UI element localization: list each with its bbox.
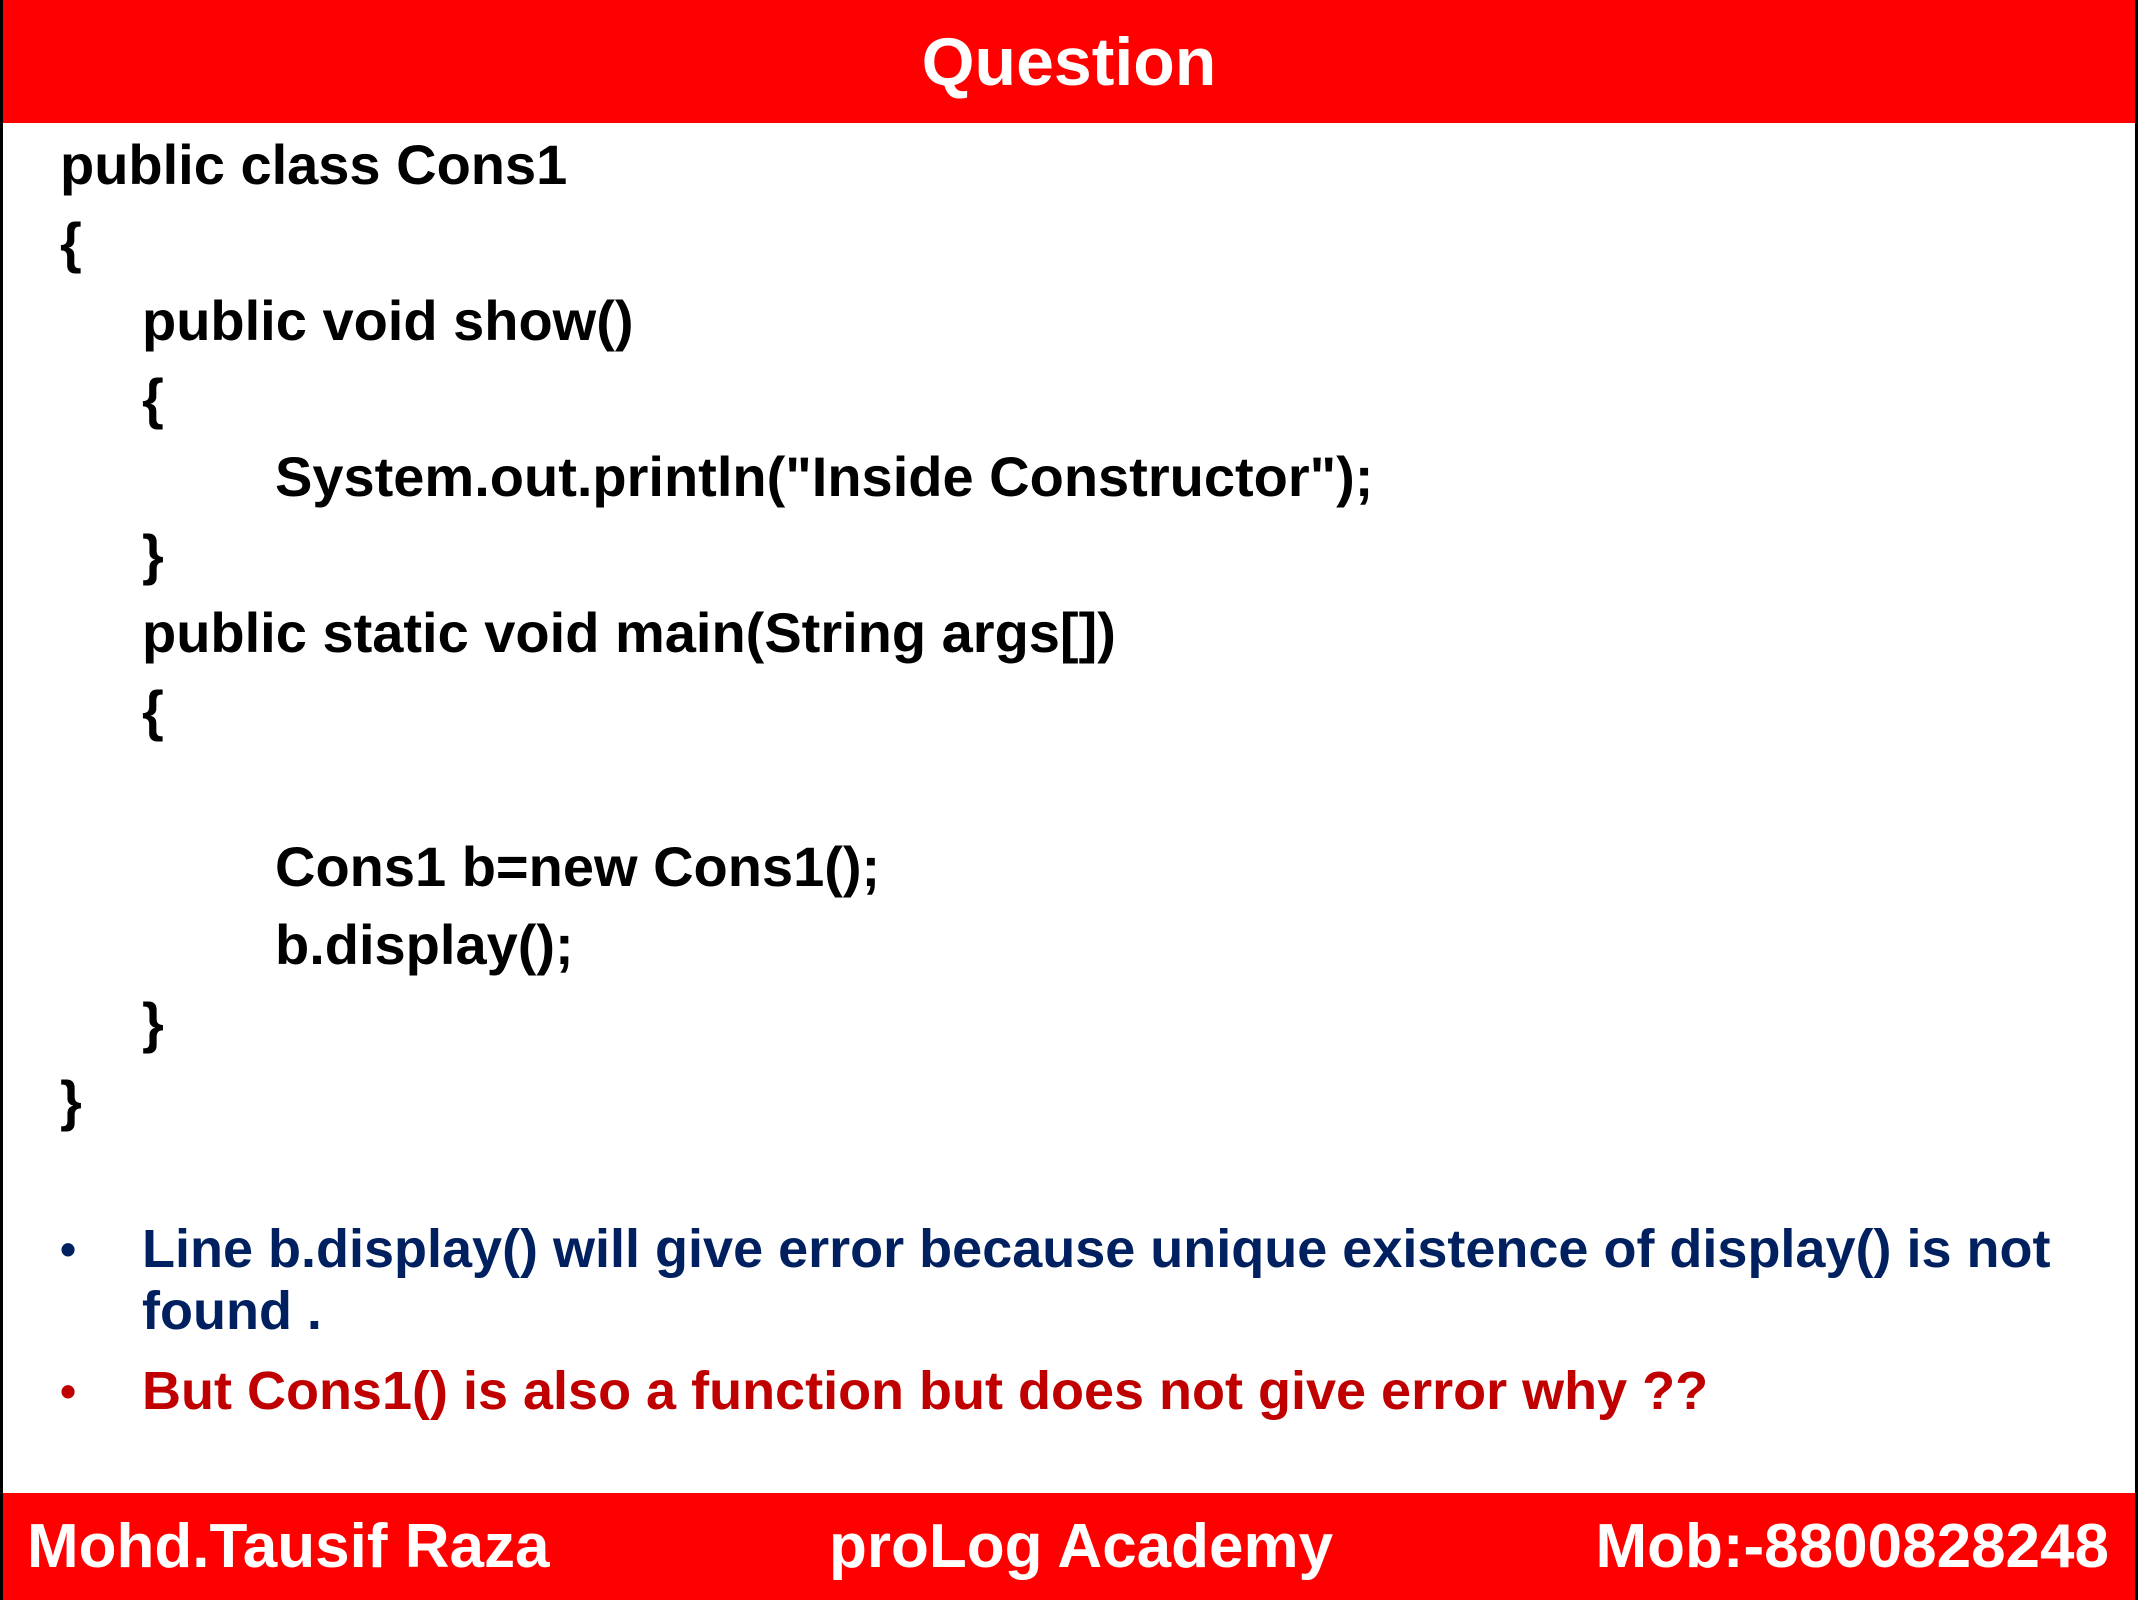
code-line: b.display(); xyxy=(275,913,574,976)
code-line: public void show() xyxy=(142,289,634,352)
code-line: Cons1 b=new Cons1(); xyxy=(275,835,881,898)
code-line: { xyxy=(60,211,82,274)
code-line: } xyxy=(60,1069,82,1132)
code-line: public static void main(String args[]) xyxy=(142,601,1116,664)
code-line: System.out.println("Inside Constructor")… xyxy=(275,445,1374,508)
code-line: public class Cons1 xyxy=(60,133,568,196)
footer-author: Mohd.Tausif Raza xyxy=(27,1512,550,1581)
code-block: public class Cons1 { public void show() … xyxy=(60,126,1373,1140)
slide: Question public class Cons1 { public voi… xyxy=(0,0,2138,1600)
bullet-marker: • xyxy=(60,1223,77,1275)
footer-mobile: Mob:-8800828248 xyxy=(1595,1512,2110,1581)
bullet-text: But Cons1() is also a function but does … xyxy=(142,1361,1709,1421)
footer-academy: proLog Academy xyxy=(829,1512,1334,1581)
slide-title: Question xyxy=(921,23,1217,100)
bullet-item-error-explanation: • Line b.display() will give error becau… xyxy=(60,1218,2060,1342)
bullet-text: Line b.display() will give error because… xyxy=(142,1219,2051,1341)
code-line: { xyxy=(142,679,164,742)
header-banner: Question xyxy=(3,0,2135,123)
code-line: } xyxy=(142,523,164,586)
explanation-list: • Line b.display() will give error becau… xyxy=(60,1218,2060,1440)
bullet-marker: • xyxy=(60,1365,77,1417)
footer-banner: Mohd.Tausif Raza proLog Academy Mob:-880… xyxy=(3,1493,2135,1600)
code-line: { xyxy=(142,367,164,430)
code-line: } xyxy=(142,991,164,1054)
bullet-item-question: • But Cons1() is also a function but doe… xyxy=(60,1360,2060,1422)
